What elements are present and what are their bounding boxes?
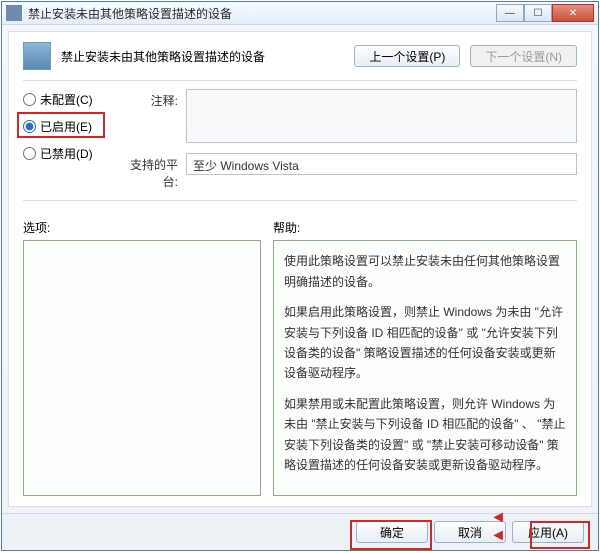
- window-controls: — ☐ ✕: [496, 4, 594, 22]
- platform-value: 至少 Windows Vista: [186, 153, 577, 175]
- close-button[interactable]: ✕: [552, 4, 594, 22]
- radio-enabled[interactable]: 已启用(E): [23, 118, 118, 135]
- previous-setting-button[interactable]: 上一个设置(P): [354, 45, 460, 67]
- footer: ◄ ◄ 确定 取消 应用(A): [2, 513, 598, 550]
- comment-row: 注释:: [118, 89, 577, 143]
- arrow-icon: ◄: [490, 528, 506, 544]
- radio-not-configured-input[interactable]: [23, 93, 36, 106]
- app-icon: [6, 5, 22, 21]
- radio-disabled-input[interactable]: [23, 147, 36, 160]
- divider-2: [23, 200, 577, 201]
- comment-label: 注释:: [118, 89, 178, 109]
- comment-input[interactable]: [186, 89, 577, 143]
- platform-label: 支持的平台:: [118, 153, 178, 190]
- policy-title: 禁止安装未由其他策略设置描述的设备: [61, 48, 344, 65]
- platform-row: 支持的平台: 至少 Windows Vista: [118, 153, 577, 190]
- radio-disabled[interactable]: 已禁用(D): [23, 145, 118, 162]
- policy-icon: [23, 42, 51, 70]
- window-title: 禁止安装未由其他策略设置描述的设备: [28, 5, 496, 22]
- arrow-icon: ◄: [490, 510, 506, 526]
- minimize-button[interactable]: —: [496, 4, 524, 22]
- help-label: 帮助:: [273, 219, 300, 236]
- radio-not-configured-label: 未配置(C): [40, 91, 93, 108]
- help-text: 使用此策略设置可以禁止安装未由任何其他策略设置明确描述的设备。: [284, 251, 566, 292]
- panels: 使用此策略设置可以禁止安装未由任何其他策略设置明确描述的设备。 如果启用此策略设…: [23, 240, 577, 496]
- options-label: 选项:: [23, 219, 273, 236]
- state-radios: 未配置(C) 已启用(E) 已禁用(D): [23, 89, 118, 190]
- help-text: 如果禁用或未配置此策略设置，则允许 Windows 为未由 "禁止安装与下列设备…: [284, 394, 566, 476]
- options-panel: [23, 240, 261, 496]
- ok-button[interactable]: 确定: [356, 521, 428, 543]
- titlebar: 禁止安装未由其他策略设置描述的设备 — ☐ ✕: [2, 2, 598, 25]
- next-setting-button: 下一个设置(N): [470, 45, 577, 67]
- help-panel: 使用此策略设置可以禁止安装未由任何其他策略设置明确描述的设备。 如果启用此策略设…: [273, 240, 577, 496]
- config-row: 未配置(C) 已启用(E) 已禁用(D) 注释: 支持的平: [23, 89, 577, 190]
- policy-editor-window: 禁止安装未由其他策略设置描述的设备 — ☐ ✕ 禁止安装未由其他策略设置描述的设…: [1, 1, 599, 551]
- apply-button[interactable]: 应用(A): [512, 521, 584, 543]
- radio-disabled-label: 已禁用(D): [40, 145, 93, 162]
- divider: [23, 80, 577, 81]
- radio-enabled-label: 已启用(E): [40, 118, 92, 135]
- radio-not-configured[interactable]: 未配置(C): [23, 91, 118, 108]
- header-row: 禁止安装未由其他策略设置描述的设备 上一个设置(P) 下一个设置(N): [23, 42, 577, 70]
- content-area: 禁止安装未由其他策略设置描述的设备 上一个设置(P) 下一个设置(N) 未配置(…: [8, 31, 592, 507]
- help-text: 如果启用此策略设置，则禁止 Windows 为未由 "允许安装与下列设备 ID …: [284, 302, 566, 384]
- maximize-button[interactable]: ☐: [524, 4, 552, 22]
- panel-labels: 选项: 帮助:: [23, 219, 577, 236]
- radio-enabled-input[interactable]: [23, 120, 36, 133]
- fields-column: 注释: 支持的平台: 至少 Windows Vista: [118, 89, 577, 190]
